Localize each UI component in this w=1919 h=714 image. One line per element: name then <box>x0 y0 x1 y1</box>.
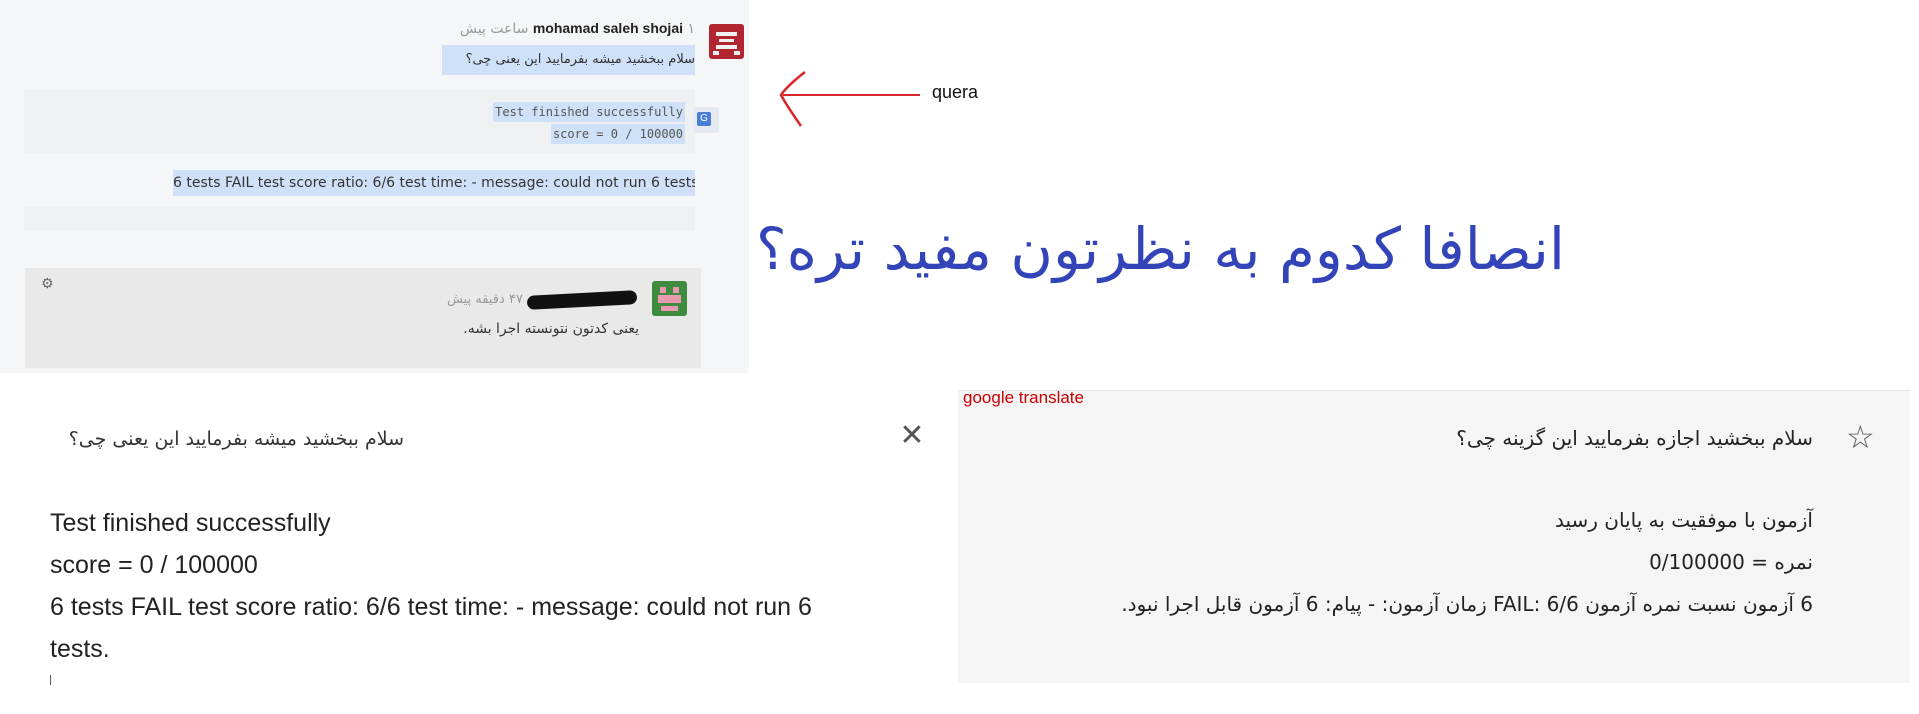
code-line: Test finished successfully <box>493 102 685 122</box>
reply-card: ⚙ ۴۷ دقیقه پیش یعنی کدتون نتونسته اجرا ب… <box>25 268 701 368</box>
code-line: score = 0 / 100000 <box>550 124 685 144</box>
translated-line: نمره = 0/100000 <box>1649 550 1813 574</box>
arrow-annotation <box>779 71 920 127</box>
text-cursor <box>50 675 51 685</box>
source-line: Test finished successfully <box>50 509 331 537</box>
source-text-panel: سلام ببخشید میشه بفرمایید این یعنی چی؟ ✕… <box>0 373 960 714</box>
close-icon[interactable]: ✕ <box>897 421 927 451</box>
source-question: سلام ببخشید میشه بفرمایید این یعنی چی؟ <box>68 428 404 450</box>
fail-message: 6 tests FAIL test score ratio: 6/6 test … <box>173 170 695 196</box>
quera-chat-panel: mohamad saleh shojai ۱ ساعت پیش سلام ببخ… <box>0 0 749 373</box>
annotation-question: انصافا کدوم به نظرتون مفید تره؟ <box>755 215 1565 283</box>
source-line: score = 0 / 100000 <box>50 551 258 579</box>
message-text: سلام ببخشید میشه بفرمایید این یعنی چی؟ <box>442 45 695 75</box>
redacted-author <box>526 289 638 310</box>
reply-header: ۴۷ دقیقه پیش <box>447 289 641 310</box>
avatar[interactable] <box>652 281 687 316</box>
gear-icon[interactable]: ⚙ <box>41 276 54 292</box>
reply-text: یعنی کدتون نتونسته اجرا بشه. <box>463 321 639 337</box>
translate-icon[interactable]: G <box>693 107 719 133</box>
source-line: tests. <box>50 635 110 663</box>
divider <box>24 206 695 230</box>
code-block: Test finished successfully score = 0 / 1… <box>24 90 695 154</box>
google-translate-panel: سلام ببخشید اجازه بفرمایید این گزینه چی؟… <box>958 390 1910 683</box>
quera-label: quera <box>932 82 979 102</box>
translated-line: 6 آزمون نسبت نمره آزمون 6/6 :FAIL زمان آ… <box>1121 592 1813 616</box>
source-line: 6 tests FAIL test score ratio: 6/6 test … <box>50 593 812 621</box>
author-name[interactable]: mohamad saleh shojai <box>533 20 683 36</box>
google-translate-label: google translate <box>963 388 1084 407</box>
message-header: mohamad saleh shojai ۱ ساعت پیش <box>460 20 695 37</box>
avatar[interactable] <box>709 24 744 59</box>
reply-time: ۴۷ دقیقه پیش <box>447 292 523 307</box>
star-icon[interactable]: ☆ <box>1846 421 1875 453</box>
translated-line: آزمون با موفقیت به پایان رسید <box>1554 508 1813 532</box>
translated-question: سلام ببخشید اجازه بفرمایید این گزینه چی؟ <box>1456 426 1813 450</box>
